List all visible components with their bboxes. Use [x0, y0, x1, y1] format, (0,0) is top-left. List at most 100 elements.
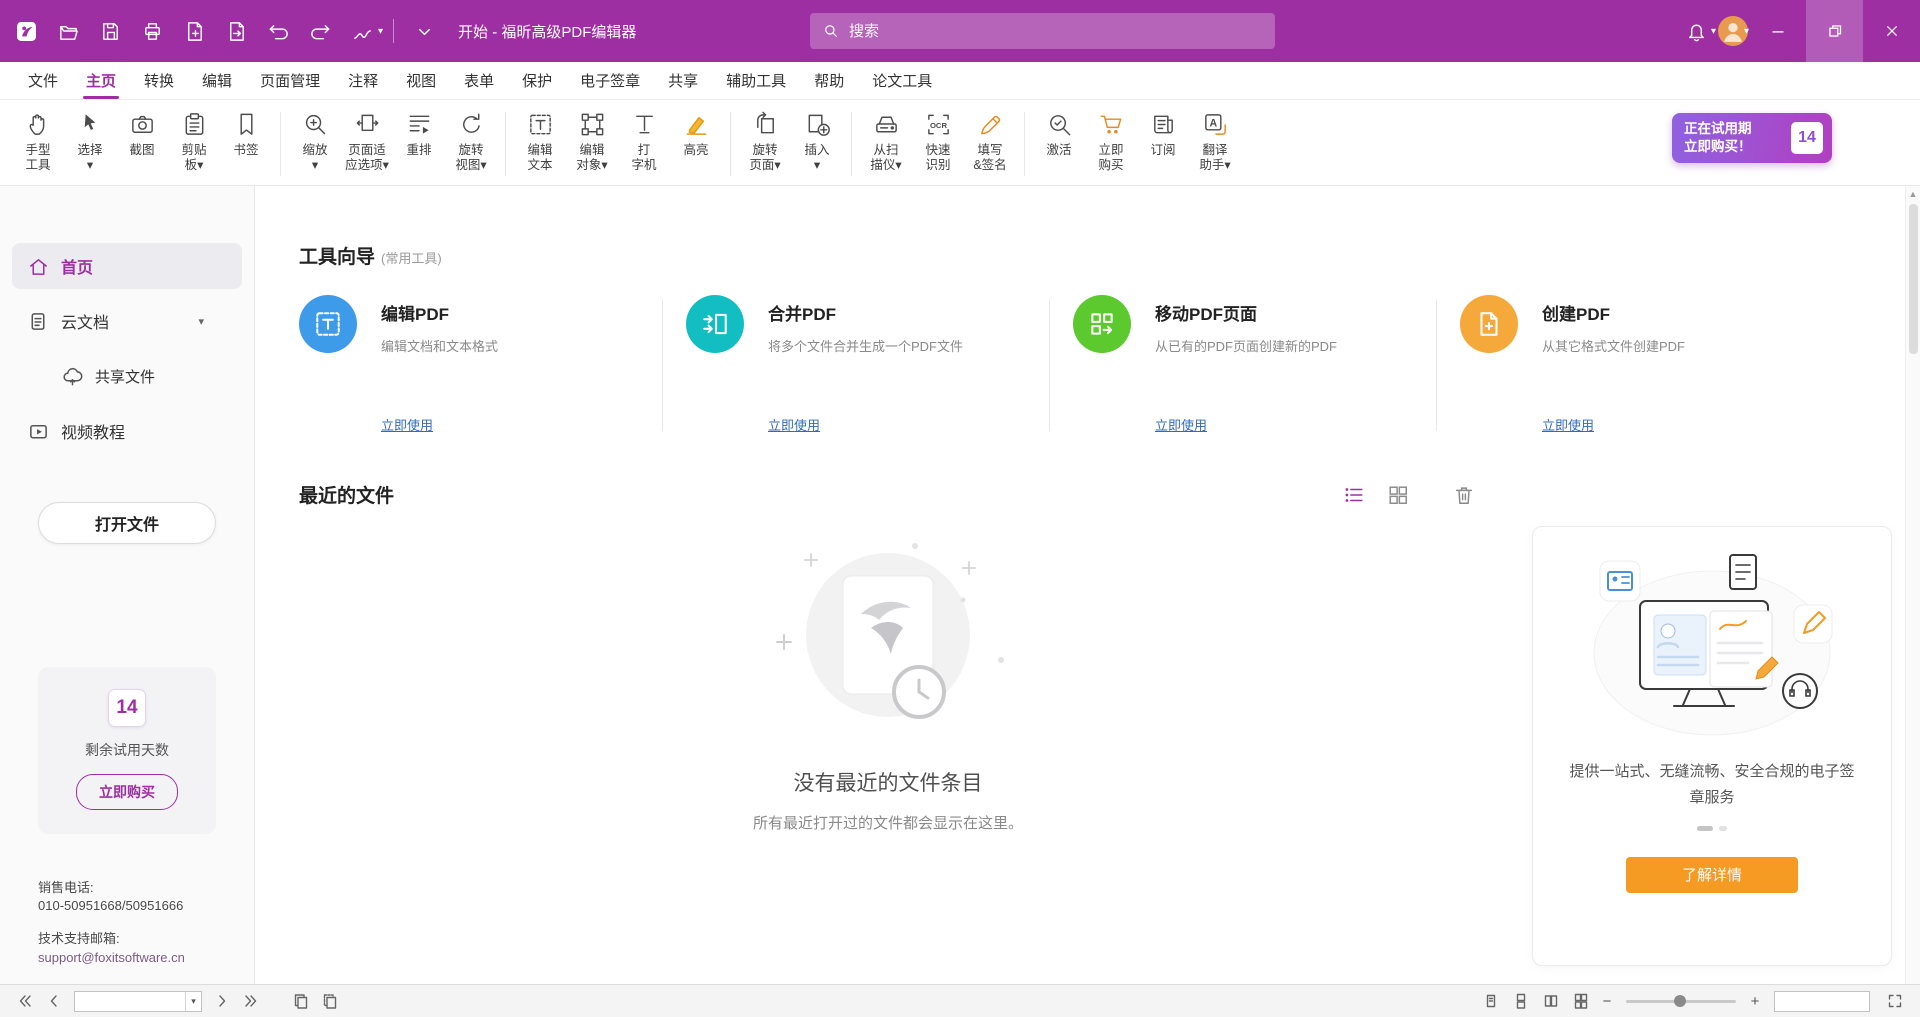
- sidebar-item-home[interactable]: 首页: [12, 243, 242, 289]
- open-file-icon[interactable]: [48, 9, 88, 53]
- menu-item-organize[interactable]: 页面管理: [246, 62, 334, 99]
- continuous-view-icon[interactable]: [1508, 989, 1534, 1013]
- restore-button[interactable]: [1806, 0, 1863, 62]
- statusbar: ▾ −: [0, 984, 1920, 1017]
- save-icon[interactable]: [90, 9, 130, 53]
- print-icon[interactable]: [132, 9, 172, 53]
- menu-item-file[interactable]: 文件: [14, 62, 72, 99]
- ribbon-ocr[interactable]: OCR 快速 识别: [912, 108, 964, 176]
- ribbon-snapshot[interactable]: 截图: [116, 108, 168, 161]
- ribbon-zoom[interactable]: 缩放 ▾: [289, 108, 341, 176]
- menu-item-comment[interactable]: 注释: [334, 62, 392, 99]
- zoom-slider[interactable]: [1626, 1000, 1736, 1003]
- last-page-icon[interactable]: [238, 989, 264, 1013]
- collapse-ribbon-icon[interactable]: [404, 9, 444, 53]
- menu-item-esign[interactable]: 电子签章: [566, 62, 654, 99]
- sidebar-item-shared-files[interactable]: 共享文件: [0, 353, 254, 399]
- use-now-link[interactable]: 立即使用: [768, 415, 820, 434]
- carousel-dots[interactable]: [1697, 826, 1727, 831]
- clear-recent-trash-icon[interactable]: [1451, 482, 1477, 508]
- ribbon-select[interactable]: 选择 ▾: [64, 108, 116, 176]
- menu-item-help[interactable]: 帮助: [800, 62, 858, 99]
- esign-caret-icon[interactable]: ▾: [378, 26, 383, 37]
- carousel-dot-active[interactable]: [1697, 826, 1713, 831]
- menu-item-paper-tools[interactable]: 论文工具: [858, 62, 946, 99]
- next-view-icon[interactable]: [317, 989, 343, 1013]
- ribbon-translate-assistant[interactable]: A 翻译 助手▾: [1189, 108, 1241, 176]
- list-view-icon[interactable]: [1341, 482, 1367, 508]
- learn-more-button[interactable]: 了解详情: [1626, 857, 1798, 893]
- scrollbar-thumb[interactable]: [1909, 204, 1918, 354]
- menu-item-home[interactable]: 主页: [72, 62, 130, 99]
- main-content: 工具向导 (常用工具) 编辑PDF 编辑文档和文本格式 立即使用: [255, 186, 1920, 984]
- ribbon-edit-text[interactable]: 编辑 文本: [514, 108, 566, 176]
- menu-item-form[interactable]: 表单: [450, 62, 508, 99]
- ribbon-insert[interactable]: 插入 ▾: [791, 108, 843, 176]
- esign-quick-icon[interactable]: [342, 9, 382, 53]
- previous-page-icon[interactable]: [41, 989, 67, 1013]
- ribbon-highlight[interactable]: 高亮: [670, 108, 722, 161]
- page-number-box[interactable]: ▾: [74, 991, 202, 1012]
- zoom-in-icon[interactable]: +: [1746, 993, 1764, 1010]
- sidebar-item-video-tutorials[interactable]: 视频教程: [0, 408, 254, 454]
- svg-text:OCR: OCR: [929, 121, 947, 130]
- scroll-up-arrow-icon[interactable]: ▲: [1909, 186, 1918, 202]
- ribbon-edit-object[interactable]: 编辑 对象▾: [566, 108, 618, 176]
- minimize-button[interactable]: [1749, 0, 1806, 62]
- use-now-link[interactable]: 立即使用: [1542, 415, 1594, 434]
- ribbon-clipboard[interactable]: 剪贴 板▾: [168, 108, 220, 176]
- export-doc-icon[interactable]: [174, 9, 214, 53]
- ribbon-subscribe[interactable]: 订阅: [1137, 108, 1189, 161]
- ribbon-from-scanner[interactable]: 从扫 描仪▾: [860, 108, 912, 176]
- carousel-dot[interactable]: [1719, 826, 1727, 831]
- grid-view-icon[interactable]: [1385, 482, 1411, 508]
- redo-icon[interactable]: [300, 9, 340, 53]
- facing-continuous-view-icon[interactable]: [1568, 989, 1594, 1013]
- single-page-view-icon[interactable]: [1478, 989, 1504, 1013]
- ribbon-rotate-pages[interactable]: 旋转 页面▾: [739, 108, 791, 176]
- page-number-input[interactable]: [75, 992, 185, 1011]
- zoom-level-box[interactable]: [1774, 991, 1870, 1012]
- search-box[interactable]: [810, 13, 1275, 49]
- ribbon-fill-sign[interactable]: 填写 &签名: [964, 108, 1016, 176]
- first-page-icon[interactable]: [12, 989, 38, 1013]
- notifications-caret-icon[interactable]: ▾: [1711, 26, 1716, 37]
- ribbon-rotate-view[interactable]: 旋转 视图▾: [445, 108, 497, 176]
- share-doc-icon[interactable]: [216, 9, 256, 53]
- ribbon-page-fit-options[interactable]: 页面适 应选项▾: [341, 108, 393, 176]
- close-button[interactable]: [1863, 0, 1920, 62]
- facing-view-icon[interactable]: [1538, 989, 1564, 1013]
- open-file-button[interactable]: 打开文件: [38, 502, 216, 544]
- search-input[interactable]: [849, 23, 1263, 40]
- menu-item-accessibility[interactable]: 辅助工具: [712, 62, 800, 99]
- zoom-slider-thumb[interactable]: [1674, 995, 1686, 1007]
- menu-item-protect[interactable]: 保护: [508, 62, 566, 99]
- next-page-icon[interactable]: [209, 989, 235, 1013]
- ribbon-reflow[interactable]: 重排: [393, 108, 445, 161]
- zoom-level-input[interactable]: [1775, 992, 1869, 1011]
- chevron-down-icon[interactable]: ▾: [198, 315, 204, 328]
- support-email-link[interactable]: support@foxitsoftware.cn: [38, 949, 185, 968]
- use-now-link[interactable]: 立即使用: [381, 415, 433, 434]
- previous-view-icon[interactable]: [288, 989, 314, 1013]
- use-now-link[interactable]: 立即使用: [1155, 415, 1207, 434]
- trial-buy-badge[interactable]: 正在试用期 立即购买！ 14: [1672, 113, 1832, 163]
- menu-item-share[interactable]: 共享: [654, 62, 712, 99]
- menu-item-edit[interactable]: 编辑: [188, 62, 246, 99]
- recent-files-header: 最近的文件: [299, 481, 1477, 508]
- fit-screen-icon[interactable]: [1882, 989, 1908, 1013]
- ribbon-buy-now[interactable]: 立即 购买: [1085, 108, 1137, 176]
- menu-item-view[interactable]: 视图: [392, 62, 450, 99]
- sidebar-item-cloud-docs[interactable]: 云文档 ▾: [0, 298, 254, 344]
- page-dropdown-caret-icon[interactable]: ▾: [185, 992, 201, 1011]
- zoom-out-icon[interactable]: −: [1598, 993, 1616, 1010]
- ribbon-activate[interactable]: 激活: [1033, 108, 1085, 161]
- menu-item-convert[interactable]: 转换: [130, 62, 188, 99]
- ribbon-typewriter[interactable]: 打 字机: [618, 108, 670, 176]
- ribbon-bookmark[interactable]: 书签: [220, 108, 272, 161]
- vertical-scrollbar[interactable]: ▲: [1905, 186, 1920, 984]
- ribbon-hand-tool[interactable]: 手型 工具: [12, 108, 64, 176]
- undo-icon[interactable]: [258, 9, 298, 53]
- foxit-logo: [6, 9, 46, 53]
- buy-now-button[interactable]: 立即购买: [76, 774, 178, 810]
